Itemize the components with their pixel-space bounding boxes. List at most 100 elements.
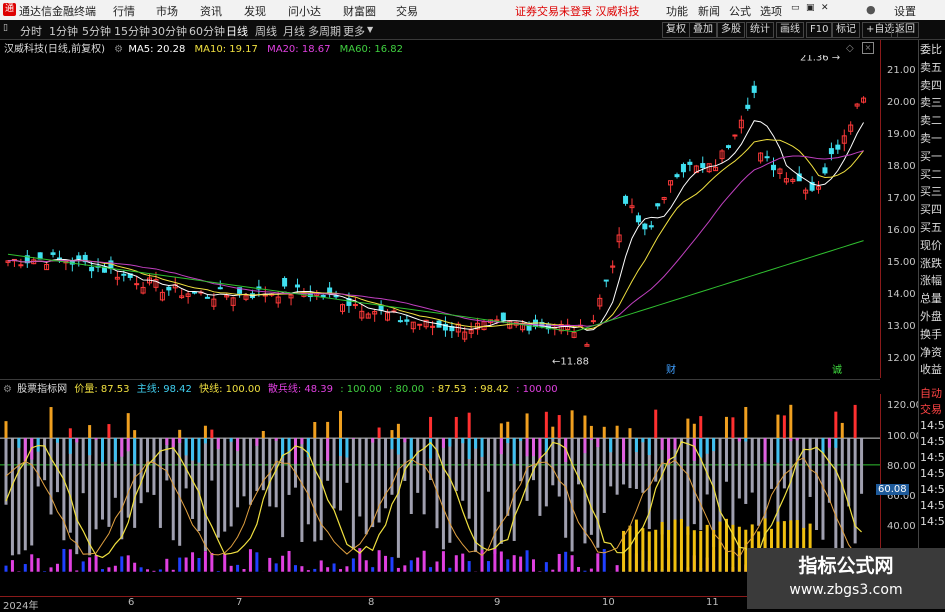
tab-5min[interactable]: 5分钟 xyxy=(82,23,111,39)
indicator-bar xyxy=(519,438,522,481)
auto-trade-label[interactable]: 交易 xyxy=(920,402,945,417)
indicator-tick: 80.00 xyxy=(887,461,916,472)
tab-timeshare[interactable]: 分时 xyxy=(20,23,42,39)
statistics-button[interactable]: 统计 xyxy=(746,22,774,38)
close-small-icon[interactable]: ✕ xyxy=(821,3,829,13)
menu-news-right[interactable]: 新闻 xyxy=(698,3,720,19)
indicator-bar xyxy=(429,417,432,438)
indicator-bar xyxy=(674,520,677,572)
menu-market[interactable]: 市场 xyxy=(156,3,178,19)
indicator-bar xyxy=(706,438,709,454)
indicator-bar xyxy=(30,554,33,571)
indicator-bar xyxy=(513,555,516,572)
indicator-bar xyxy=(120,556,123,571)
minimize-icon[interactable]: ▭ xyxy=(791,3,800,13)
indicator-bar xyxy=(345,566,348,571)
indicator-bar xyxy=(204,438,207,443)
indicator-bar xyxy=(378,550,381,572)
more-chevron-down-icon[interactable]: ▼ xyxy=(367,25,373,34)
indicator-bar xyxy=(127,555,130,571)
trade-time-label: 14:50 xyxy=(920,418,945,433)
tab-weekly[interactable]: 周线 xyxy=(255,23,277,39)
candle-body xyxy=(193,292,197,293)
indicator-bar xyxy=(217,438,220,538)
f10-button[interactable]: F10 xyxy=(806,22,832,38)
watermark-title: 指标公式网 xyxy=(747,551,945,578)
indicator-bar xyxy=(526,413,529,438)
auto-trade-label[interactable]: 自动 xyxy=(920,386,945,401)
indicator-bar xyxy=(326,438,329,461)
menu-trade[interactable]: 交易 xyxy=(396,3,418,19)
candle-body xyxy=(398,321,402,322)
tab-daily[interactable]: 日线 xyxy=(226,23,248,39)
indicator-bar xyxy=(178,430,181,438)
draw-line-button[interactable]: 画线 xyxy=(776,22,804,38)
event-marker[interactable]: 财 xyxy=(666,363,676,376)
indicator-bar xyxy=(403,438,406,442)
menu-quotes[interactable]: 行情 xyxy=(113,3,135,19)
indicator-bar xyxy=(744,407,747,438)
app-logo-icon: 通 xyxy=(3,3,16,16)
overlay-button[interactable]: 叠加 xyxy=(689,22,717,38)
indicator-bar xyxy=(487,561,490,572)
stock-name: 汉威科技(日线,前复权) xyxy=(4,44,105,55)
menu-formula[interactable]: 公式 xyxy=(729,3,751,19)
event-marker[interactable]: 诚 xyxy=(832,364,842,376)
candle-body xyxy=(51,253,55,255)
indicator-bar xyxy=(571,438,574,551)
indicator-bar xyxy=(236,438,239,451)
indicator-bar xyxy=(191,438,194,460)
tab-multi-period[interactable]: 多周期 xyxy=(308,23,341,39)
indicator-bar xyxy=(680,519,683,572)
multi-stock-button[interactable]: 多股 xyxy=(717,22,745,38)
indicator-bar xyxy=(95,555,98,572)
indicator-bar xyxy=(384,438,387,508)
indicator-bar xyxy=(326,422,329,438)
candlestick-chart[interactable]: 21.36 →←11.88财诚 xyxy=(0,55,880,378)
indicator-bar xyxy=(628,428,631,438)
back-button[interactable]: 返回 xyxy=(891,22,919,38)
title-bar: 通 通达信金融终端 行情 市场 资讯 发现 问小达 财富圈 交易 证券交易未登录… xyxy=(0,0,945,21)
window-icon[interactable]: ▣ xyxy=(806,3,815,13)
login-notice[interactable]: 证券交易未登录 汉威科技 xyxy=(515,3,640,19)
menu-function[interactable]: 功能 xyxy=(666,3,688,19)
tab-more[interactable]: 更多 xyxy=(343,23,365,39)
tab-monthly[interactable]: 月线 xyxy=(283,23,305,39)
indicator-bar xyxy=(371,567,374,572)
tab-1min[interactable]: 1分钟 xyxy=(49,23,78,39)
menu-discover[interactable]: 发现 xyxy=(244,3,266,19)
candle-body xyxy=(752,86,756,92)
indicator-bar xyxy=(255,438,258,491)
price-panel-header: 汉威科技(日线,前复权) ⚙ MA5: 20.28 MA10: 19.17 MA… xyxy=(0,40,880,55)
indicator-bar xyxy=(641,438,644,493)
indicator-bar xyxy=(686,419,689,438)
tab-30min[interactable]: 30分钟 xyxy=(151,23,187,39)
menu-options[interactable]: 选项 xyxy=(760,3,782,19)
panel-close-icon[interactable]: × xyxy=(862,42,874,54)
mark-button[interactable]: 标记 xyxy=(832,22,860,38)
indicator-bar xyxy=(294,565,297,572)
indicator-bar xyxy=(37,438,40,452)
indicator-bar xyxy=(545,562,548,572)
sidebar-label: 现价 xyxy=(920,238,945,253)
menu-wealth[interactable]: 财富圈 xyxy=(343,3,376,19)
sidebar-label: 换手 xyxy=(920,327,945,342)
sidebar-label: 卖一 xyxy=(920,131,945,146)
indicator-bar xyxy=(506,422,509,438)
settings-dot-icon[interactable]: ● xyxy=(866,3,876,16)
price-tick: 16.00 xyxy=(887,225,916,236)
indicator-bar xyxy=(313,569,316,572)
diamond-icon[interactable]: ◇ xyxy=(846,43,854,54)
menu-news[interactable]: 资讯 xyxy=(200,3,222,19)
high-price-label: 21.36 → xyxy=(800,55,840,63)
price-tick: 18.00 xyxy=(887,161,916,172)
tab-60min[interactable]: 60分钟 xyxy=(189,23,225,39)
menu-ask[interactable]: 问小达 xyxy=(288,3,321,19)
indicator-bar xyxy=(783,438,786,488)
gear-icon[interactable]: ⚙ xyxy=(114,44,123,55)
tab-15min[interactable]: 15分钟 xyxy=(114,23,150,39)
restore-rights-button[interactable]: 复权 xyxy=(662,22,690,38)
indicator-bar xyxy=(500,438,503,454)
indicator-bar xyxy=(114,566,117,572)
menu-settings[interactable]: 设置 xyxy=(894,3,916,19)
